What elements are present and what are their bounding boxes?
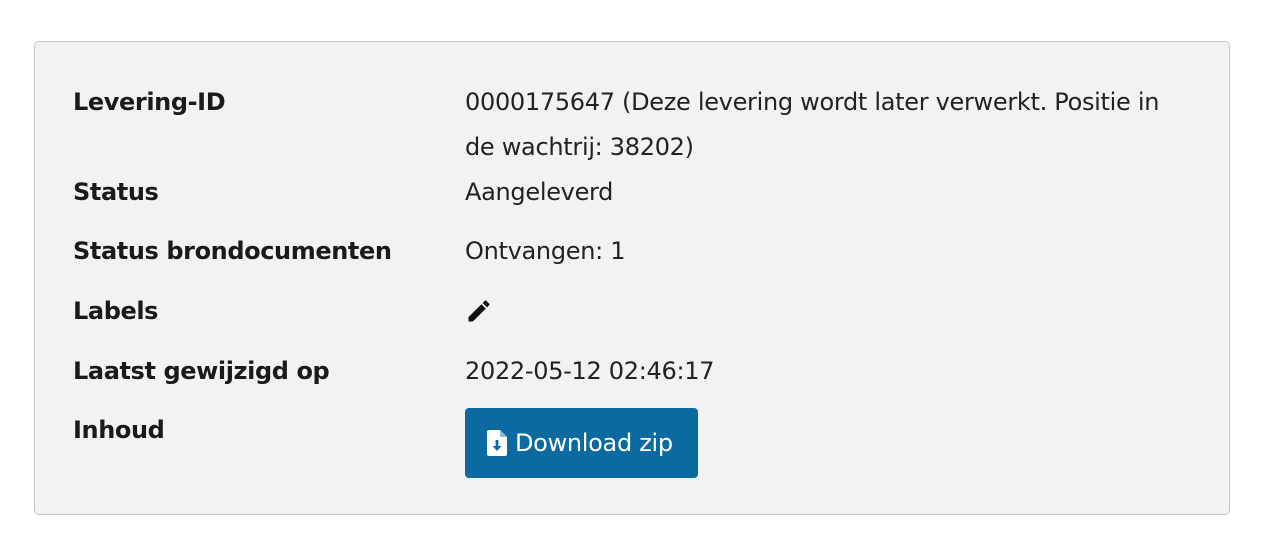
pencil-icon[interactable] [465, 289, 495, 334]
detail-row-laatst-gewijzigd: Laatst gewijzigd op 2022-05-12 02:46:17 [73, 349, 1189, 394]
detail-row-inhoud: Inhoud Download zip [73, 408, 1189, 478]
inhoud-label: Inhoud [73, 416, 165, 444]
file-download-icon [487, 430, 507, 456]
detail-row-labels: Labels [73, 289, 1189, 340]
labels-value [465, 289, 1189, 340]
status-label: Status [73, 178, 159, 206]
detail-row-status: Status Aangeleverd [73, 170, 1189, 215]
laatst-gewijzigd-label: Laatst gewijzigd op [73, 357, 330, 385]
detail-row-status-brondocumenten: Status brondocumenten Ontvangen: 1 [73, 229, 1189, 274]
detail-row-levering-id: Levering-ID 0000175647 (Deze levering wo… [73, 80, 1189, 170]
status-brondocumenten-label: Status brondocumenten [73, 237, 392, 265]
levering-id-label: Levering-ID [73, 88, 226, 116]
status-brondocumenten-value: Ontvangen: 1 [465, 237, 626, 265]
inhoud-value: Download zip [465, 408, 1189, 478]
download-zip-button[interactable]: Download zip [465, 408, 698, 478]
status-value: Aangeleverd [465, 178, 614, 206]
laatst-gewijzigd-value: 2022-05-12 02:46:17 [465, 357, 715, 385]
labels-label: Labels [73, 297, 159, 325]
levering-id-value: 0000175647 (Deze levering wordt later ve… [465, 88, 1160, 161]
delivery-details-panel: Levering-ID 0000175647 (Deze levering wo… [34, 41, 1230, 515]
download-zip-label: Download zip [515, 428, 673, 457]
